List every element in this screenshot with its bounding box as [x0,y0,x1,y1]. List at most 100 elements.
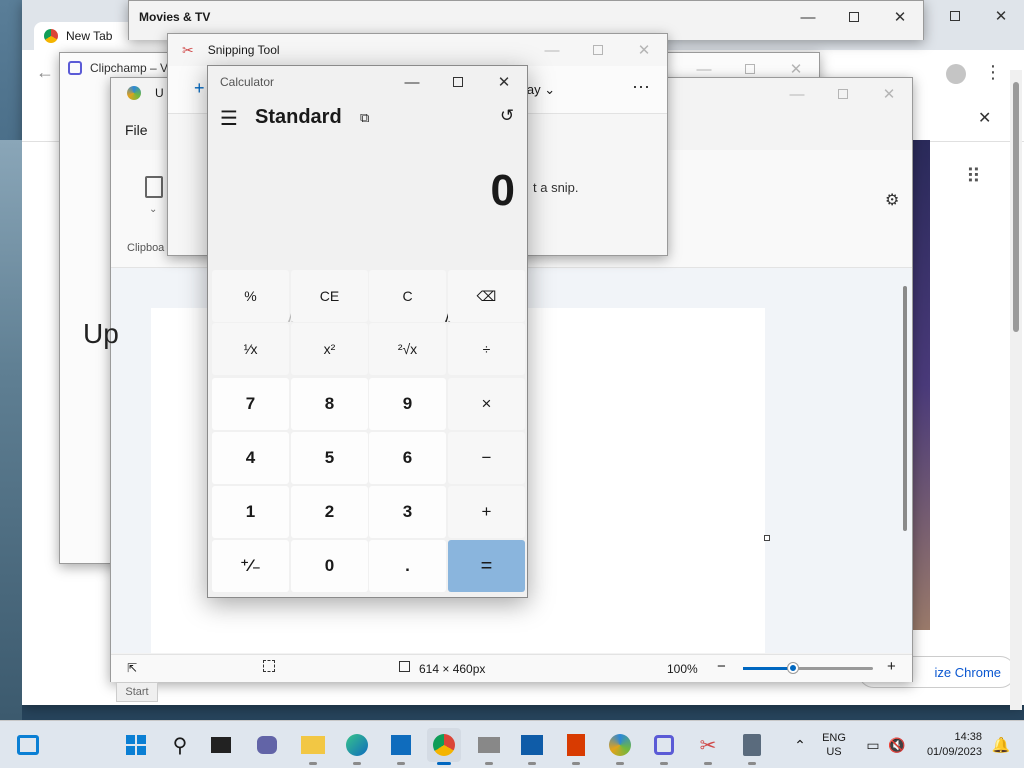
printer-app-icon[interactable] [472,728,506,765]
close-button[interactable]: ✕ [481,66,527,98]
background-image-panel [912,140,930,630]
zoom-level: 100% [667,662,698,676]
snip-hint-text: t a snip. [533,180,579,195]
calc-key-1-2[interactable]: ²√x [369,323,446,375]
calc-key-5-1[interactable]: 0 [291,540,368,592]
canvas-resize-handle[interactable] [764,535,770,541]
windows-logo-icon [126,735,146,755]
calc-key-1-3[interactable]: ÷ [448,323,525,375]
window-title: U [155,86,164,100]
zoom-out-button[interactable]: − [717,658,726,675]
store-icon[interactable] [384,728,418,765]
close-button[interactable]: ✕ [978,0,1024,32]
maximize-button[interactable] [831,1,877,33]
widgets-icon[interactable] [11,728,45,762]
zoom-in-button[interactable]: + [887,658,896,675]
minimize-button[interactable]: — [529,34,575,66]
clipchamp-taskbar-icon[interactable] [647,728,681,765]
paste-icon[interactable] [145,176,163,198]
start-button[interactable] [119,728,153,762]
calc-key-2-3[interactable]: × [448,378,525,430]
chrome-scrollbar[interactable] [1010,70,1022,710]
chevron-down-icon[interactable]: ⌄ [149,204,157,215]
new-snip-icon[interactable]: + [194,78,205,99]
paint-statusbar: ⇱ 614 × 460px 100% − + [111,654,912,682]
canvas-size-icon [399,661,410,672]
keep-on-top-icon[interactable]: ⧉ [360,110,369,126]
notification-icon[interactable]: 🔔 [984,728,1018,762]
delay-dropdown[interactable]: lay ⌄ [524,82,555,98]
chrome-apps-icon[interactable]: ⠿ [966,164,981,189]
calc-key-4-2[interactable]: 3 [369,486,446,538]
profile-icon[interactable] [946,64,966,84]
zoom-slider[interactable] [743,663,873,673]
snipping-tool-taskbar-icon[interactable]: ✂ [691,728,725,765]
paint-taskbar-icon[interactable] [603,728,637,765]
close-button[interactable]: ✕ [877,1,923,33]
canvas-dimensions: 614 × 460px [419,662,486,676]
paint-window-controls: — ✕ [774,78,912,110]
calculator-taskbar-icon[interactable] [735,728,769,765]
more-options-icon[interactable]: ··· [632,76,650,97]
back-icon[interactable]: ← [36,62,54,83]
infobar-close-icon[interactable]: ✕ [978,108,991,128]
volume-muted-icon[interactable]: 🔇 [880,728,914,762]
task-view-icon[interactable] [204,728,238,762]
calc-key-4-1[interactable]: 2 [291,486,368,538]
keyboard-layout: US [826,746,842,758]
chrome-taskbar-icon[interactable] [427,728,461,765]
window-title: Movies & TV [139,10,211,24]
calc-key-0-2[interactable]: C [369,270,446,322]
calc-key-3-3[interactable]: − [448,432,525,484]
hamburger-menu-icon[interactable]: ☰ [220,106,238,131]
edge-icon[interactable] [340,728,374,765]
maximize-button[interactable] [820,78,866,110]
clipboard-group-label: Clipboa [127,242,165,254]
snipping-tool-icon: ✂ [182,41,194,58]
calculator-window-controls: — ✕ [389,66,527,98]
search-icon[interactable]: ⚲ [163,728,197,762]
calc-key-3-1[interactable]: 5 [291,432,368,484]
calc-key-0-0[interactable]: % [212,270,289,322]
clock[interactable]: 14:38 01/09/2023 [916,730,982,760]
scrollbar-thumb[interactable] [1013,82,1019,332]
calc-key-5-0[interactable]: ⁺⁄₋ [212,540,289,592]
background-image-strip [0,140,22,720]
history-icon[interactable]: ↺ [500,106,514,126]
minimize-button[interactable]: — [389,66,435,98]
file-menu[interactable]: File [125,122,148,138]
clock-date: 01/09/2023 [926,746,982,758]
teams-chat-icon[interactable] [250,728,284,762]
file-explorer-icon[interactable] [296,728,330,765]
calc-key-0-3[interactable]: ⌫ [448,270,525,322]
language-indicator[interactable]: ENG US [816,731,852,759]
chevron-up-icon[interactable]: ⌃ [783,728,817,762]
chrome-menu-icon[interactable]: ⋮ [984,62,1002,83]
maximize-button[interactable] [435,66,481,98]
calc-key-2-2[interactable]: 9 [369,378,446,430]
calc-key-3-0[interactable]: 4 [212,432,289,484]
close-button[interactable]: ✕ [621,34,667,66]
calc-key-5-3[interactable]: = [448,540,525,592]
close-button[interactable]: ✕ [866,78,912,110]
calc-key-5-2[interactable]: . [369,540,446,592]
calc-key-3-2[interactable]: 6 [369,432,446,484]
calc-key-1-1[interactable]: x² [291,323,368,375]
calc-key-1-0[interactable]: ¹⁄x [212,323,289,375]
calc-key-0-1[interactable]: CE [291,270,368,322]
minimize-button[interactable]: — [774,78,820,110]
window-title: Clipchamp – Vi [90,61,171,75]
maximize-button[interactable] [575,34,621,66]
calc-key-4-0[interactable]: 1 [212,486,289,538]
calc-key-4-3[interactable]: + [448,486,525,538]
maximize-button[interactable] [932,0,978,32]
zoom-slider-thumb[interactable] [788,663,798,673]
language-code: ENG [822,732,846,744]
paint-settings-icon[interactable]: ⚙ [885,190,899,210]
office-icon[interactable] [559,728,593,765]
minimize-button[interactable]: — [785,1,831,33]
movies-tv-icon[interactable] [515,728,549,765]
calc-key-2-1[interactable]: 8 [291,378,368,430]
paint-scrollbar[interactable] [903,286,907,531]
calc-key-2-0[interactable]: 7 [212,378,289,430]
